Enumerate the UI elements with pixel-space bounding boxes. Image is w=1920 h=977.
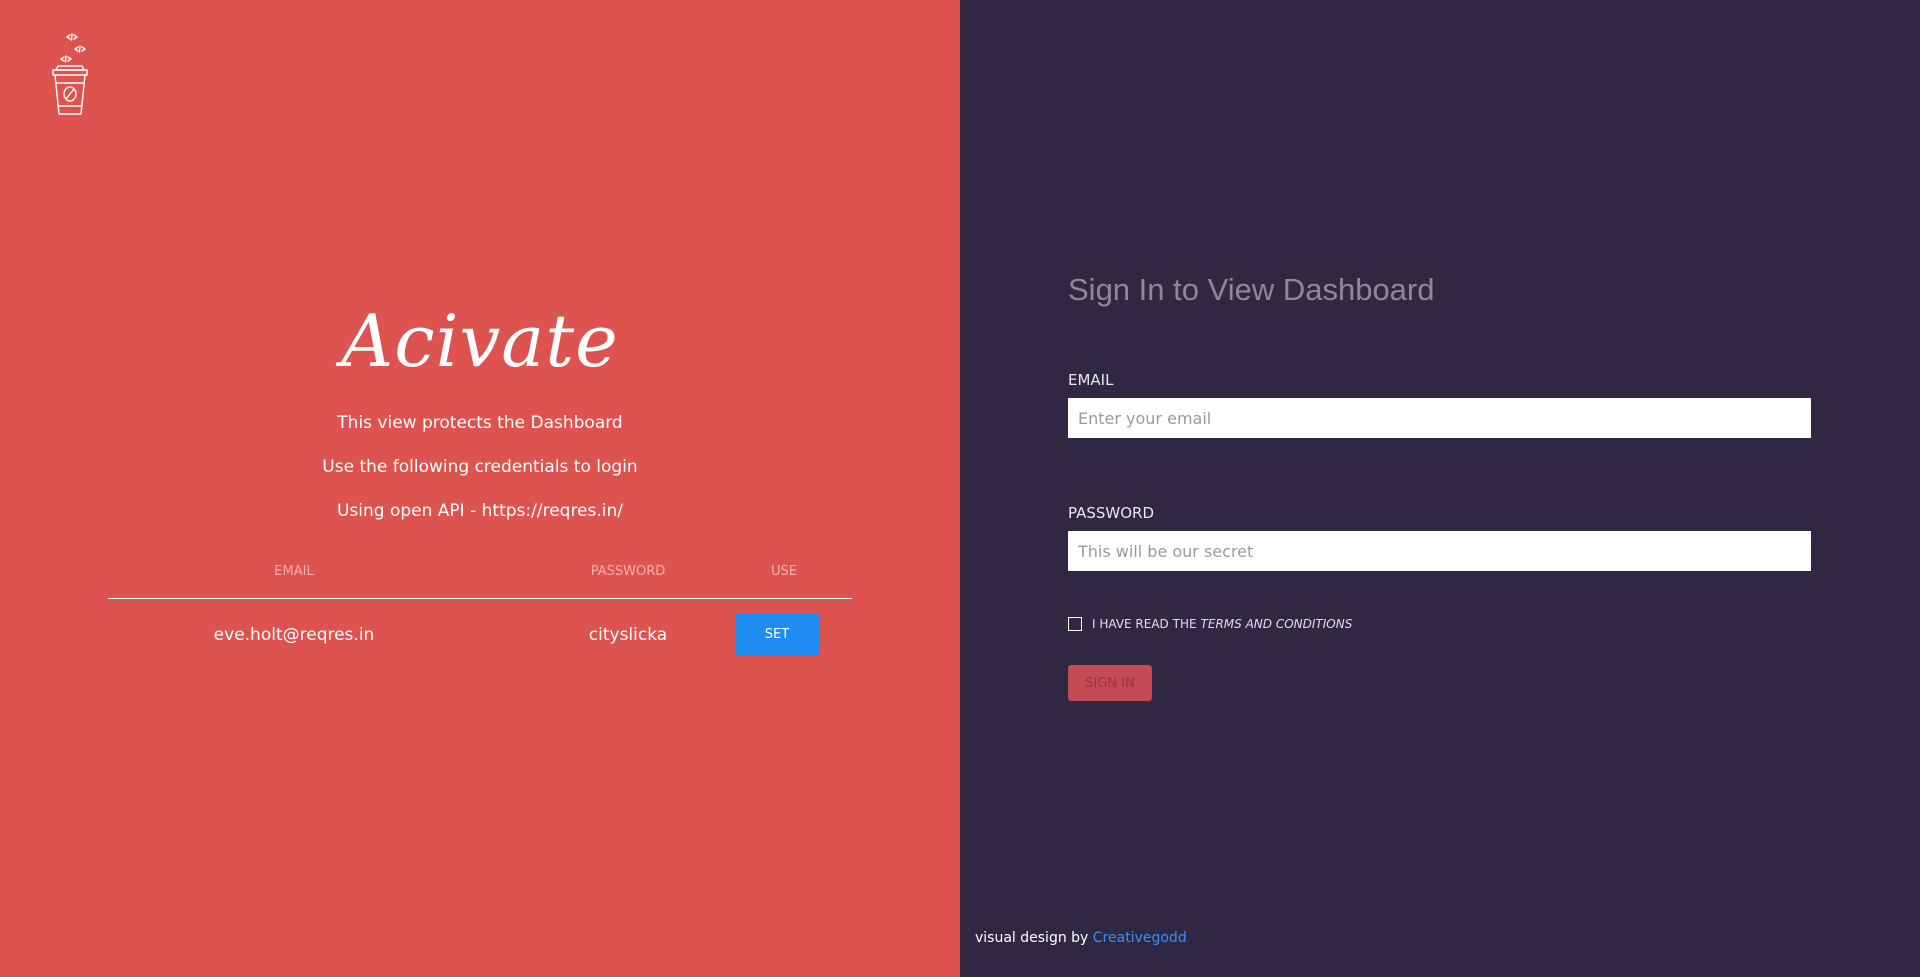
- info-line: Using open API - https://reqres.in/: [336, 501, 624, 521]
- password-label: PASSWORD: [1068, 504, 1155, 522]
- credit-link[interactable]: Creativegodd: [1093, 930, 1187, 946]
- signin-panel: Sign In to View Dashboard EMAIL PASSWORD…: [960, 0, 1920, 977]
- set-credentials-button[interactable]: SET: [735, 614, 819, 655]
- coffee-cup-code-icon: [52, 33, 88, 115]
- info-line: Use the following credentials to login: [322, 457, 638, 477]
- terms-checkbox[interactable]: [1068, 617, 1082, 631]
- credit-text: visual design by: [975, 930, 1089, 946]
- info-line: This view protects the Dashboard: [337, 413, 623, 433]
- page-title: Sign In to View Dashboard: [1068, 272, 1435, 307]
- page: Acivate This view protects the Dashboard…: [0, 0, 1920, 977]
- header-password: PASSWORD: [590, 564, 666, 579]
- header-use: USE: [771, 564, 797, 579]
- design-credit: visual design by Creativegodd: [975, 930, 1187, 946]
- table-row: eve.holt@reqres.in cityslicka SET: [108, 599, 852, 671]
- sign-in-button[interactable]: SIGN IN: [1068, 665, 1152, 701]
- password-field[interactable]: [1068, 531, 1811, 571]
- terms-label: I HAVE READ THE: [1092, 617, 1197, 631]
- credentials-table: EMAIL PASSWORD USE eve.holt@reqres.in ci…: [108, 560, 852, 671]
- email-field[interactable]: [1068, 398, 1811, 438]
- header-email: EMAIL: [274, 564, 314, 579]
- credential-password: cityslicka: [588, 625, 668, 645]
- credentials-table-header: EMAIL PASSWORD USE: [108, 560, 852, 599]
- terms-link[interactable]: TERMS AND CONDITIONS: [1201, 617, 1353, 631]
- brand-logo-text: Acivate: [341, 299, 619, 383]
- terms-row: I HAVE READ THE TERMS AND CONDITIONS: [1068, 617, 1352, 631]
- email-label: EMAIL: [1068, 371, 1114, 389]
- info-panel: Acivate This view protects the Dashboard…: [0, 0, 960, 977]
- credential-email: eve.holt@reqres.in: [213, 625, 375, 645]
